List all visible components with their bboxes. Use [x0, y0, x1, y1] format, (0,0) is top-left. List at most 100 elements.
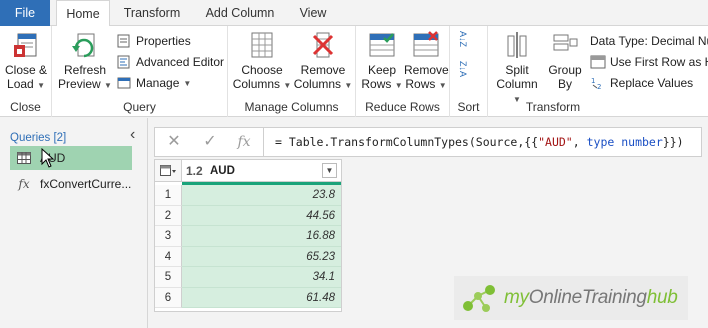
advanced-editor-button[interactable]: Advanced Editor [116, 53, 224, 71]
tab-view[interactable]: View [290, 0, 336, 26]
mouse-cursor-icon [41, 148, 55, 168]
close-group-label: Close [10, 100, 41, 114]
remove-columns-label-1: Remove [300, 63, 346, 77]
transform-group-label: Transform [525, 100, 581, 114]
properties-label: Properties [136, 34, 191, 48]
table-row: 1 23.8 [155, 185, 341, 206]
advanced-editor-icon [117, 55, 130, 69]
table-menu-button[interactable] [155, 160, 182, 182]
formula-bar: ✕ ✓ fx = Table.TransformColumnTypes(Sour… [154, 127, 702, 157]
close-and-load-label-1: Close & [4, 63, 48, 77]
formula-input[interactable]: = Table.TransformColumnTypes(Source,{{"A… [275, 128, 684, 156]
split-column-label-1: Split [505, 63, 529, 77]
row-number: 5 [155, 267, 182, 288]
refresh-preview-button[interactable]: Refresh Preview ▼ [58, 30, 112, 93]
close-and-load-label-2: Load [7, 77, 34, 91]
close-group: Close & Load ▼ Close [0, 26, 52, 117]
power-query-editor: File Home Transform Add Column View Clos… [0, 0, 708, 328]
sort-group-label: Sort [457, 100, 480, 114]
watermark-logo: myOnlineTraininghub [454, 276, 688, 320]
reduce-rows-group-label: Reduce Rows [365, 100, 440, 114]
group-by-icon [553, 34, 578, 51]
use-first-row-as-headers-button[interactable]: Use First Row as He [590, 53, 708, 71]
table-headers-icon [590, 55, 606, 69]
table-cell[interactable]: 61.48 [182, 287, 341, 308]
table-row: 3 16.88 [155, 226, 341, 247]
refresh-icon [72, 33, 95, 58]
keep-rows-button[interactable]: Keep Rows ▼ [360, 30, 404, 93]
molecule-logo-icon [463, 285, 495, 312]
sort-descending-button[interactable]: Z↓A [458, 60, 468, 78]
query-item-aud[interactable]: AUD [10, 146, 132, 170]
formula-keyword-type: type [586, 135, 615, 149]
formula-prefix: = Table.TransformColumnTypes(Source,{{ [275, 135, 539, 149]
advanced-editor-label: Advanced Editor [136, 55, 225, 69]
properties-icon [117, 34, 130, 48]
queries-pane: Queries [2] ‹ AUD fx fxConvertCurre... [0, 118, 148, 328]
query-group-label: Query [123, 100, 156, 114]
row-number: 6 [155, 287, 182, 308]
cancel-formula-icon[interactable]: ✕ [159, 128, 189, 156]
tab-add-column[interactable]: Add Column [196, 0, 284, 26]
keep-rows-label-2: Rows [361, 77, 392, 91]
refresh-label-2: Preview [58, 77, 101, 91]
formula-separator: , [572, 135, 587, 149]
insert-function-icon[interactable]: fx [229, 128, 259, 156]
table-cell[interactable]: 44.56 [182, 205, 341, 226]
ribbon-tab-bar: File Home Transform Add Column View [0, 0, 708, 27]
query-group: Refresh Preview ▼ Properties Advanced Ed… [52, 26, 228, 117]
data-type-dropdown[interactable]: Data Type: Decimal Num [590, 32, 708, 50]
ribbon: Close & Load ▼ Close Refresh Preview ▼ P… [0, 26, 708, 117]
formula-divider [263, 128, 264, 156]
formula-keyword-number: number [621, 135, 663, 149]
remove-columns-icon [312, 32, 334, 58]
group-by-button[interactable]: Group By [544, 30, 586, 91]
data-type-label: Data Type: Decimal Num [590, 34, 708, 48]
choose-columns-button[interactable]: Choose Columns ▼ [232, 30, 292, 93]
watermark-part-2: OnlineTraining [528, 287, 647, 308]
group-by-label-2: By [557, 77, 572, 91]
transform-group: Split Column ▼ Group By Data Type: Decim… [488, 26, 708, 117]
function-icon: fx [18, 177, 30, 191]
collapse-pane-icon[interactable]: ‹ [130, 126, 135, 144]
split-column-label-2: Column [496, 77, 538, 91]
chevron-down-icon: ▼ [283, 81, 292, 90]
properties-button[interactable]: Properties [116, 32, 191, 50]
query-item-fxconvertcurrency[interactable]: fx fxConvertCurre... [10, 172, 132, 196]
keep-rows-label-1: Keep [367, 63, 397, 77]
chevron-down-icon: ▼ [183, 78, 192, 88]
chevron-down-icon: ▼ [344, 81, 353, 90]
remove-columns-button[interactable]: Remove Columns ▼ [292, 30, 354, 93]
split-column-icon [507, 32, 527, 58]
tab-transform[interactable]: Transform [116, 0, 188, 26]
table-row: 2 44.56 [155, 205, 341, 226]
table-cell[interactable]: 16.88 [182, 226, 341, 247]
filter-dropdown-icon[interactable]: ▼ [322, 163, 337, 178]
formula-column-string: "AUD" [538, 135, 573, 149]
queries-header: Queries [2] [10, 132, 67, 144]
commit-formula-icon[interactable]: ✓ [195, 128, 225, 156]
tab-file[interactable]: File [0, 0, 50, 26]
replace-values-icon: 12 [591, 77, 601, 90]
table-cell[interactable]: 65.23 [182, 246, 341, 267]
close-and-load-button[interactable]: Close & Load ▼ [2, 30, 50, 93]
tab-home[interactable]: Home [56, 0, 110, 27]
column-header-aud[interactable]: 1.2 AUD ▼ [182, 160, 341, 182]
manage-columns-group: Choose Columns ▼ Remove Columns ▼ Manage… [228, 26, 356, 117]
remove-rows-label-2: Rows [405, 77, 436, 91]
column-type-icon[interactable]: 1.2 [186, 164, 208, 178]
remove-rows-icon [413, 31, 439, 57]
table-cell[interactable]: 23.8 [182, 185, 341, 206]
sort-group: A↓Z Z↓A Sort [450, 26, 488, 117]
query-item-label: fxConvertCurre... [40, 177, 132, 191]
row-number: 3 [155, 226, 182, 247]
sort-ascending-button[interactable]: A↓Z [458, 30, 468, 48]
remove-rows-button[interactable]: Remove Rows ▼ [404, 30, 449, 93]
manage-button[interactable]: Manage ▼ [116, 74, 191, 92]
replace-values-label: Replace Values [610, 76, 694, 90]
watermark-part-3: hub [646, 287, 678, 308]
chevron-down-icon: ▼ [438, 81, 447, 90]
split-column-button[interactable]: Split Column ▼ [492, 30, 542, 107]
table-cell[interactable]: 34.1 [182, 267, 341, 288]
replace-values-button[interactable]: 12 Replace Values [590, 74, 693, 92]
